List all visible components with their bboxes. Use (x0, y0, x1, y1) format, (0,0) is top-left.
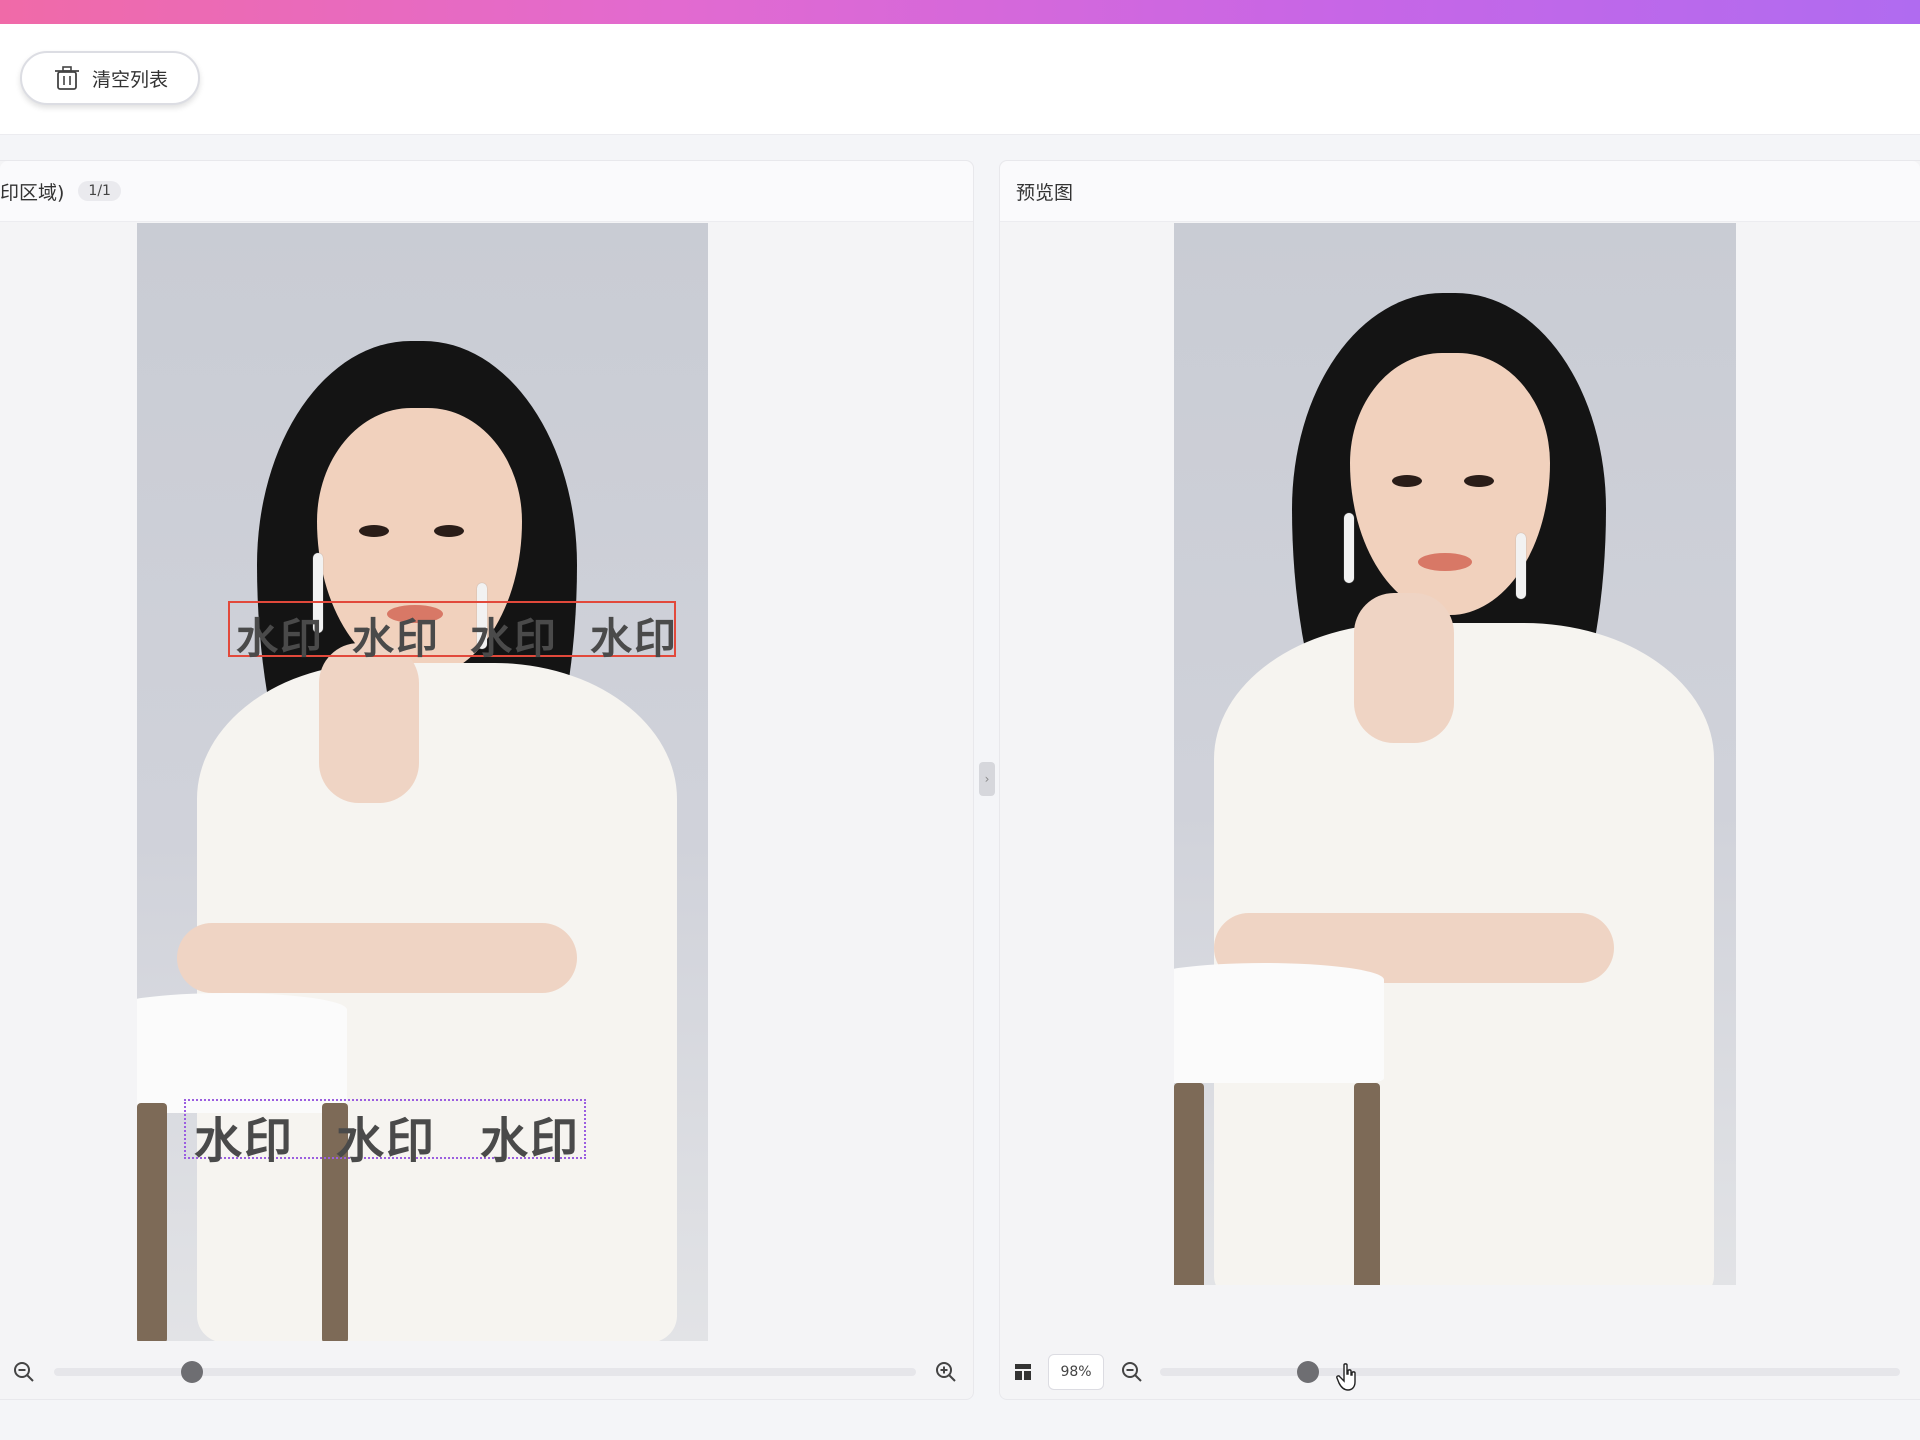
forearm (177, 923, 577, 993)
watermark-text: 水印 (590, 614, 679, 663)
preview-panel: 预览图 98% (999, 160, 1920, 1400)
side-table (137, 993, 347, 1113)
clear-list-label: 清空列表 (91, 68, 168, 91)
zoom-out-icon[interactable] (10, 1358, 38, 1386)
original-zoom-bar (10, 1347, 960, 1397)
zoom-in-icon[interactable] (932, 1358, 960, 1386)
zoom-out-icon[interactable] (1118, 1358, 1146, 1386)
watermark-text: 水印 (470, 614, 559, 663)
eye (359, 525, 389, 537)
slider-thumb[interactable] (180, 1361, 203, 1383)
preview-zoom-slider[interactable] (1160, 1361, 1900, 1383)
layout-icon[interactable] (1012, 1361, 1034, 1383)
original-zoom-slider[interactable] (54, 1361, 916, 1383)
earring (1344, 513, 1354, 583)
watermark-text: 水印 (336, 1113, 437, 1169)
original-panel-header: 印区域) 1/1 (0, 161, 973, 222)
toolbar: 清空列表 (0, 24, 1920, 135)
chair-leg (1354, 1083, 1380, 1285)
watermark-text: 水印 (352, 614, 441, 663)
hand-cursor-icon (1336, 1363, 1356, 1391)
image-count-badge: 1/1 (78, 181, 121, 201)
preview-photo[interactable] (1174, 223, 1736, 1285)
raised-hand (319, 643, 419, 803)
table-leg (137, 1103, 167, 1341)
trash-icon (54, 66, 79, 90)
chevron-right-icon[interactable]: › (979, 762, 995, 796)
zoom-percentage[interactable]: 98% (1048, 1354, 1104, 1390)
preview-panel-header: 预览图 (1000, 161, 1920, 222)
original-photo[interactable] (137, 223, 708, 1341)
eye (1392, 475, 1422, 487)
table-leg (1174, 1083, 1204, 1285)
clear-list-button[interactable]: 清空列表 (20, 51, 200, 105)
original-panel-title: 印区域) (0, 181, 65, 204)
preview-zoom-bar: 98% (1012, 1347, 1912, 1397)
eye (434, 525, 464, 537)
top-gradient-bar (0, 0, 1920, 24)
earring (1516, 533, 1526, 599)
slider-thumb[interactable] (1297, 1361, 1319, 1383)
eye (1464, 475, 1494, 487)
watermark-text: 水印 (236, 614, 325, 663)
raised-hand (1354, 593, 1454, 743)
original-panel: 印区域) 1/1 水印 水印 水印 水印 水印 水印 水印 (0, 160, 974, 1400)
side-table (1174, 963, 1384, 1083)
preview-panel-title: 预览图 (1016, 181, 1074, 204)
mouth (1418, 553, 1472, 571)
watermark-text: 水印 (480, 1113, 581, 1169)
watermark-text: 水印 (194, 1113, 295, 1169)
